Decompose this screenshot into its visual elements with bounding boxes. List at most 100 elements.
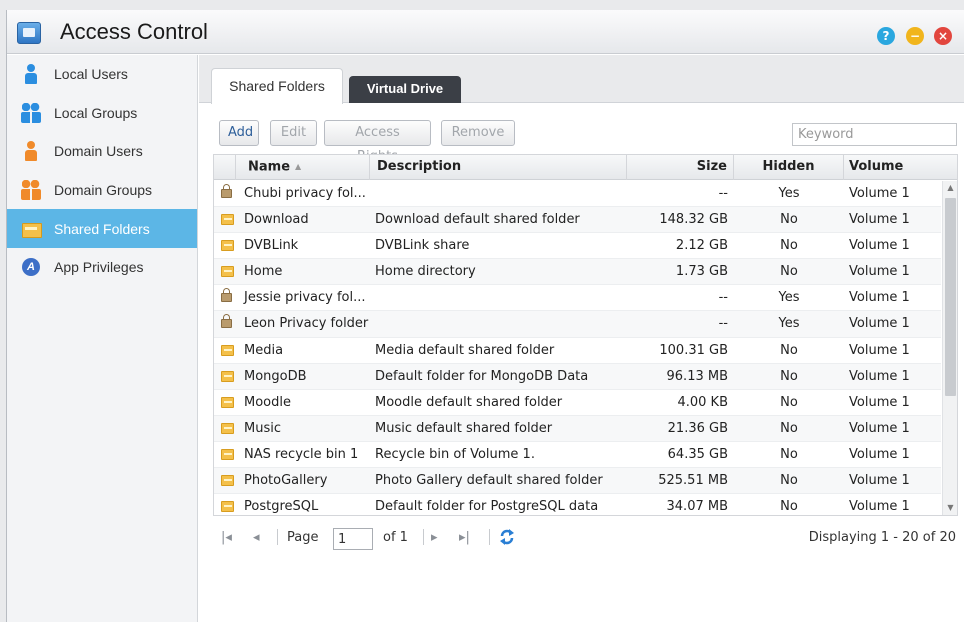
grid-body: Chubi privacy fol... -- Yes Volume 1 Downloa… — [214, 181, 941, 515]
table-row[interactable]: NAS recycle bin 1 Recycle bin of Volume 1… — [214, 442, 941, 469]
folder-name-cell: Chubi privacy fol... — [244, 186, 366, 201]
description-cell — [370, 181, 627, 207]
sidebar-item-shared-folders[interactable]: Shared Folders — [7, 209, 197, 248]
hidden-cell: Yes — [778, 186, 800, 201]
volume-cell: Volume 1 — [849, 420, 910, 436]
sidebar-item-label: Domain Users — [54, 143, 143, 160]
table-row[interactable]: Jessie privacy fol... -- Yes Volume 1 — [214, 285, 941, 312]
table-row[interactable]: Moodle Moodle default shared folder 4.00 K… — [214, 390, 941, 416]
table-row[interactable]: Music Music default shared folder 21.36 GB… — [214, 415, 941, 442]
sidebar-item-label: Local Users — [54, 66, 128, 83]
vertical-scrollbar[interactable]: ▲ ▼ — [942, 181, 957, 515]
sidebar-item-domain-groups[interactable]: Domain Groups — [7, 171, 197, 210]
description-cell: Recycle bin of Volume 1. — [375, 446, 535, 462]
scrollbar-thumb[interactable] — [945, 198, 956, 396]
size-cell: 34.07 MB — [666, 499, 728, 515]
table-row[interactable]: Home Home directory 1.73 GB No Volume 1 — [214, 259, 941, 286]
volume-cell: Volume 1 — [849, 238, 910, 254]
hidden-cell: No — [780, 394, 798, 410]
folder-icon — [221, 396, 234, 408]
header-description[interactable]: Description — [370, 155, 627, 180]
table-row[interactable]: PhotoGallery Photo Gallery default shared… — [214, 468, 941, 495]
volume-cell: Volume 1 — [849, 368, 910, 384]
next-page-icon[interactable]: ▸ — [431, 530, 438, 545]
description-cell: Download default shared folder — [375, 212, 580, 228]
volume-cell: Volume 1 — [849, 473, 910, 489]
folder-icon — [221, 266, 234, 278]
folder-name-cell: PhotoGallery — [244, 473, 328, 489]
folder-icon — [221, 214, 234, 226]
previous-page-icon[interactable]: ◂ — [253, 530, 260, 545]
page-number-input[interactable] — [333, 528, 373, 550]
page-label: Page — [287, 530, 319, 545]
access-control-window: Access Control ? − × Local Users Local G… — [6, 10, 964, 622]
folder-name-cell: Moodle — [244, 394, 291, 410]
volume-cell: Volume 1 — [849, 290, 910, 306]
add-button[interactable]: Add — [219, 120, 259, 146]
folder-name-cell: MongoDB — [244, 368, 307, 384]
sidebar: Local Users Local Groups Domain Users Do… — [7, 55, 198, 622]
scroll-up-icon[interactable]: ▲ — [943, 181, 957, 195]
domain-user-icon — [21, 141, 41, 162]
table-row[interactable]: MongoDB Default folder for MongoDB Data 96… — [214, 363, 941, 390]
header-name[interactable]: Name ▲ — [236, 155, 370, 180]
remove-button[interactable]: Remove — [441, 120, 515, 146]
table-row[interactable]: Media Media default shared folder 100.31 G… — [214, 338, 941, 364]
keyword-search-input[interactable] — [792, 123, 957, 146]
pager-separator — [489, 529, 490, 545]
volume-cell: Volume 1 — [849, 316, 910, 332]
size-cell: 21.36 GB — [667, 420, 728, 436]
table-row[interactable]: DVBLink DVBLink share 2.12 GB No Volume 1 — [214, 233, 941, 260]
description-cell: Home directory — [375, 264, 476, 280]
folder-name-cell: Media — [244, 342, 284, 358]
sidebar-item-local-groups[interactable]: Local Groups — [7, 94, 197, 133]
sidebar-item-local-users[interactable]: Local Users — [7, 55, 197, 94]
description-cell — [370, 311, 627, 337]
first-page-icon[interactable]: |◂ — [221, 530, 232, 545]
scroll-down-icon[interactable]: ▼ — [943, 501, 957, 515]
page-count-label: of 1 — [383, 530, 408, 545]
shared-folders-grid: Name ▲ Description Size Hidden Volume Chu… — [213, 154, 958, 516]
header-hidden[interactable]: Hidden — [734, 155, 844, 180]
edit-button[interactable]: Edit — [270, 120, 317, 146]
header-volume[interactable]: Volume — [844, 155, 957, 180]
size-cell: 64.35 GB — [667, 446, 728, 462]
folder-name-cell: Music — [244, 420, 281, 436]
description-cell: Media default shared folder — [375, 342, 555, 358]
last-page-icon[interactable]: ▸| — [459, 530, 470, 545]
sidebar-item-label: Local Groups — [54, 104, 138, 121]
size-cell: 4.00 KB — [677, 394, 728, 410]
access-rights-button[interactable]: Access Rights — [324, 120, 431, 164]
volume-cell: Volume 1 — [849, 186, 910, 201]
size-cell: -- — [718, 316, 728, 332]
sidebar-item-app-privileges[interactable]: App Privileges — [7, 248, 197, 287]
folder-icon — [221, 448, 234, 460]
size-cell: -- — [718, 290, 728, 306]
sidebar-item-domain-users[interactable]: Domain Users — [7, 132, 197, 171]
sidebar-item-label: Shared Folders — [54, 220, 150, 237]
table-row[interactable]: PostgreSQL Default folder for PostgreSQL … — [214, 494, 941, 515]
pager-separator — [423, 529, 424, 545]
table-row[interactable]: Chubi privacy fol... -- Yes Volume 1 — [214, 181, 941, 208]
folder-icon — [221, 240, 234, 252]
tab-shared-folders[interactable]: Shared Folders — [211, 68, 343, 104]
pagination-bar: |◂ ◂ Page of 1 ▸ ▸| Displaying 1 - 20 of… — [213, 518, 958, 558]
tab-virtual-drive[interactable]: Virtual Drive — [349, 76, 461, 103]
refresh-icon[interactable] — [499, 528, 515, 546]
hidden-cell: Yes — [778, 316, 800, 332]
hidden-cell: No — [780, 264, 798, 280]
table-row[interactable]: Leon Privacy folder -- Yes Volume 1 — [214, 311, 941, 338]
window-title: Access Control — [60, 19, 208, 44]
help-button[interactable]: ? — [877, 27, 895, 45]
folder-name-cell: PostgreSQL — [244, 499, 319, 515]
grid-header: Name ▲ Description Size Hidden Volume — [214, 155, 957, 180]
header-size[interactable]: Size — [627, 155, 734, 180]
volume-cell: Volume 1 — [849, 499, 910, 515]
table-row[interactable]: Download Download default shared folder 14… — [214, 207, 941, 234]
close-button[interactable]: × — [934, 27, 952, 45]
domain-group-icon — [21, 180, 41, 201]
folder-name-cell: Home — [244, 264, 283, 280]
minimize-button[interactable]: − — [906, 27, 924, 45]
folder-icon — [221, 344, 234, 356]
tab-strip: Shared Folders Virtual Drive — [199, 55, 964, 104]
